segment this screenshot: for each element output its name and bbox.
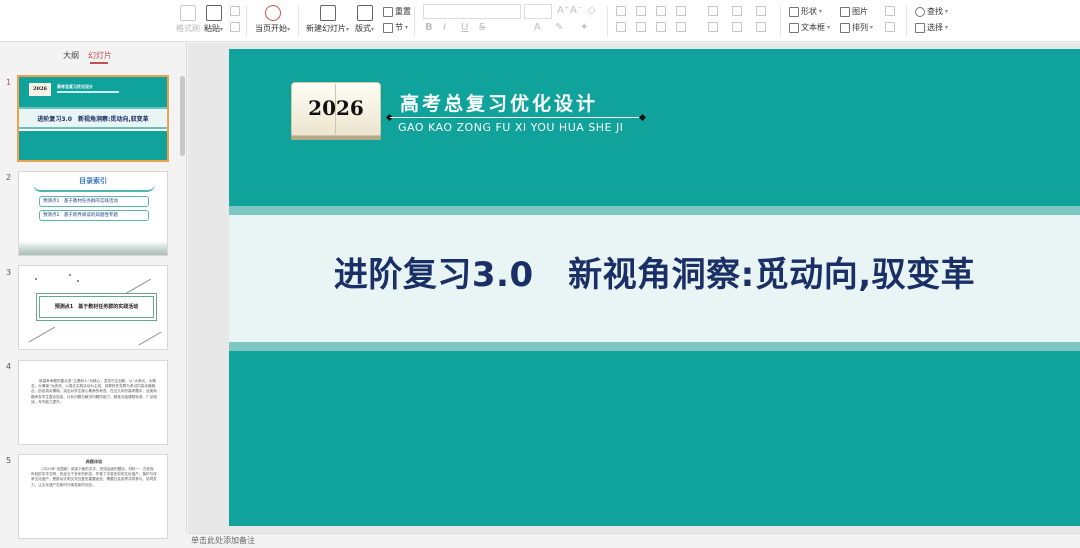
thumb-brand: 高考总复习优化设计	[57, 84, 93, 89]
start-slideshow-button[interactable]: 当页开始▾	[255, 5, 290, 34]
shape-icon	[789, 6, 799, 17]
fill-icon[interactable]	[885, 6, 895, 16]
slide-thumbnail-panel: 大纲 幻灯片 1 2026 高考总复习优化设计 进阶复习3.0 新视角洞察:觅动…	[0, 43, 187, 539]
thumb-heading: 典题体验	[85, 459, 103, 464]
underline-icon[interactable]: U	[461, 22, 468, 33]
font-color-icon[interactable]: A	[534, 22, 541, 33]
notes-placeholder: 单击此处添加备注	[191, 536, 255, 545]
select-icon	[915, 22, 925, 33]
slide-thumbnail-1[interactable]: 2026 高考总复习优化设计 进阶复习3.0 新视角洞察:觅动向,驭变革	[17, 75, 169, 162]
shape-button[interactable]: 形状 ▾	[789, 6, 822, 17]
clipboard-icon	[205, 5, 222, 21]
section-button[interactable]: 节 ▾	[383, 22, 408, 33]
reset-icon	[383, 6, 393, 17]
ribbon-toolbar: 格式刷 粘贴▾ 当页开始▾ 新建幻灯片▾ 版式▾ 重置 节 ▾ A⁺ A⁻ ◇ B…	[0, 0, 1080, 42]
vertical-align-icon[interactable]	[732, 22, 742, 32]
reset-button[interactable]: 重置	[383, 6, 411, 17]
highlight-icon[interactable]: ✎	[555, 22, 563, 33]
outdent-icon[interactable]	[676, 6, 686, 16]
active-tab-indicator	[90, 62, 108, 64]
find-button[interactable]: 查找 ▾	[915, 6, 948, 17]
textbox-button[interactable]: 文本框 ▾	[789, 22, 830, 33]
thumb-section-box: 预测点1 基于教材任务群的实践活动	[36, 293, 157, 321]
slide-number: 1	[6, 78, 12, 87]
book-year: 2026	[308, 96, 364, 120]
strikethrough-icon[interactable]: S	[479, 22, 485, 33]
current-slide[interactable]: 2026 高考总复习优化设计 GAO KAO ZONG FU XI YOU HU…	[229, 49, 1080, 526]
layout-icon	[356, 5, 373, 21]
italic-icon[interactable]: I	[443, 22, 446, 33]
layout-button[interactable]: 版式▾	[355, 5, 374, 34]
copy-icon[interactable]	[230, 22, 240, 32]
text-effect-icon[interactable]: ✦	[580, 22, 588, 33]
text-direction-icon[interactable]	[732, 6, 742, 16]
new-slide-icon	[319, 5, 336, 21]
notes-pane[interactable]: 单击此处添加备注	[188, 533, 1080, 548]
increase-font-icon[interactable]: A⁺	[557, 5, 569, 16]
align-left-icon[interactable]	[616, 22, 626, 32]
slide-thumbnail-4[interactable]: 新高考命题的重点变“立德树人”为核心，坚持守正创新，以“大单元、大概念、大情境”…	[18, 360, 168, 445]
new-slide-button[interactable]: 新建幻灯片▾	[306, 5, 349, 34]
indent-icon[interactable]	[656, 6, 666, 16]
thumb-body-text: （2024年·全国卷）阅读下面的文字，完成后面的题目。材料一：古老而年轻的中华文…	[31, 467, 157, 487]
brand-pinyin: GAO KAO ZONG FU XI YOU HUA SHE JI	[398, 121, 624, 134]
thumb-toc-item: 预测点2 基于跨界阅读的辩题性专题	[39, 210, 149, 221]
scrollbar-thumb[interactable]	[180, 76, 185, 156]
bold-icon[interactable]: B	[425, 22, 433, 33]
thumb-title: 进阶复习3.0 新视角洞察:觅动向,驭变革	[37, 116, 149, 123]
tab-outline[interactable]: 大纲	[63, 50, 79, 61]
slide-number: 2	[6, 173, 12, 182]
font-name-select[interactable]	[423, 4, 521, 19]
thumb-body-text: 新高考命题的重点变“立德树人”为核心，坚持守正创新，以“大单元、大概念、大情境”…	[31, 379, 157, 404]
format-painter-icon	[180, 5, 196, 21]
justify-icon[interactable]	[676, 22, 686, 32]
slide-number: 5	[6, 456, 12, 465]
outline-icon[interactable]	[885, 22, 895, 32]
play-icon	[264, 5, 281, 21]
line-spacing-icon[interactable]	[708, 6, 718, 16]
align-center-icon[interactable]	[636, 22, 646, 32]
diamond-right-icon	[638, 113, 647, 122]
section-icon	[383, 22, 393, 33]
mountain-landscape-icon	[19, 241, 167, 255]
select-button[interactable]: 选择 ▾	[915, 22, 948, 33]
brand-divider	[390, 117, 642, 118]
open-book-icon: 2026	[289, 82, 383, 142]
slide-thumbnail-2[interactable]: 目录索引 预测点1 基于教材任务群的实践活动 预测点2 基于跨界阅读的辩题性专题	[18, 171, 168, 256]
smart-art-icon[interactable]	[756, 22, 766, 32]
tab-slides[interactable]: 幻灯片	[88, 50, 112, 61]
arrange-icon	[840, 22, 850, 33]
brand-title: 高考总复习优化设计	[400, 93, 599, 115]
columns-icon[interactable]	[756, 6, 766, 16]
picture-icon	[840, 6, 850, 17]
numbered-list-icon[interactable]	[636, 6, 646, 16]
cut-icon[interactable]	[230, 6, 240, 16]
bullet-list-icon[interactable]	[616, 6, 626, 16]
clear-format-icon[interactable]: ◇	[588, 5, 596, 16]
slide-thumbnail-5[interactable]: 典题体验 （2024年·全国卷）阅读下面的文字，完成后面的题目。材料一：古老而年…	[18, 454, 168, 539]
slide-number: 4	[6, 362, 12, 371]
align-right-icon[interactable]	[656, 22, 666, 32]
decrease-font-icon[interactable]: A⁻	[570, 5, 582, 16]
search-icon	[915, 6, 925, 17]
font-size-select[interactable]	[524, 4, 552, 19]
format-painter-button[interactable]: 格式刷	[176, 5, 200, 34]
paste-button[interactable]: 粘贴▾	[204, 5, 223, 34]
slide-title[interactable]: 进阶复习3.0 新视角洞察:觅动向,驭变革	[229, 247, 1080, 296]
distribute-icon[interactable]	[708, 22, 718, 32]
arrange-button[interactable]: 排列 ▾	[840, 22, 873, 33]
book-logo-icon: 2026	[29, 83, 51, 96]
picture-button[interactable]: 图片	[840, 6, 868, 17]
slide-thumbnail-3[interactable]: 预测点1 基于教材任务群的实践活动	[18, 265, 168, 350]
textbox-icon	[789, 22, 799, 33]
thumb-toc-item: 预测点1 基于教材任务群的实践活动	[39, 196, 149, 207]
slide-number: 3	[6, 268, 12, 277]
